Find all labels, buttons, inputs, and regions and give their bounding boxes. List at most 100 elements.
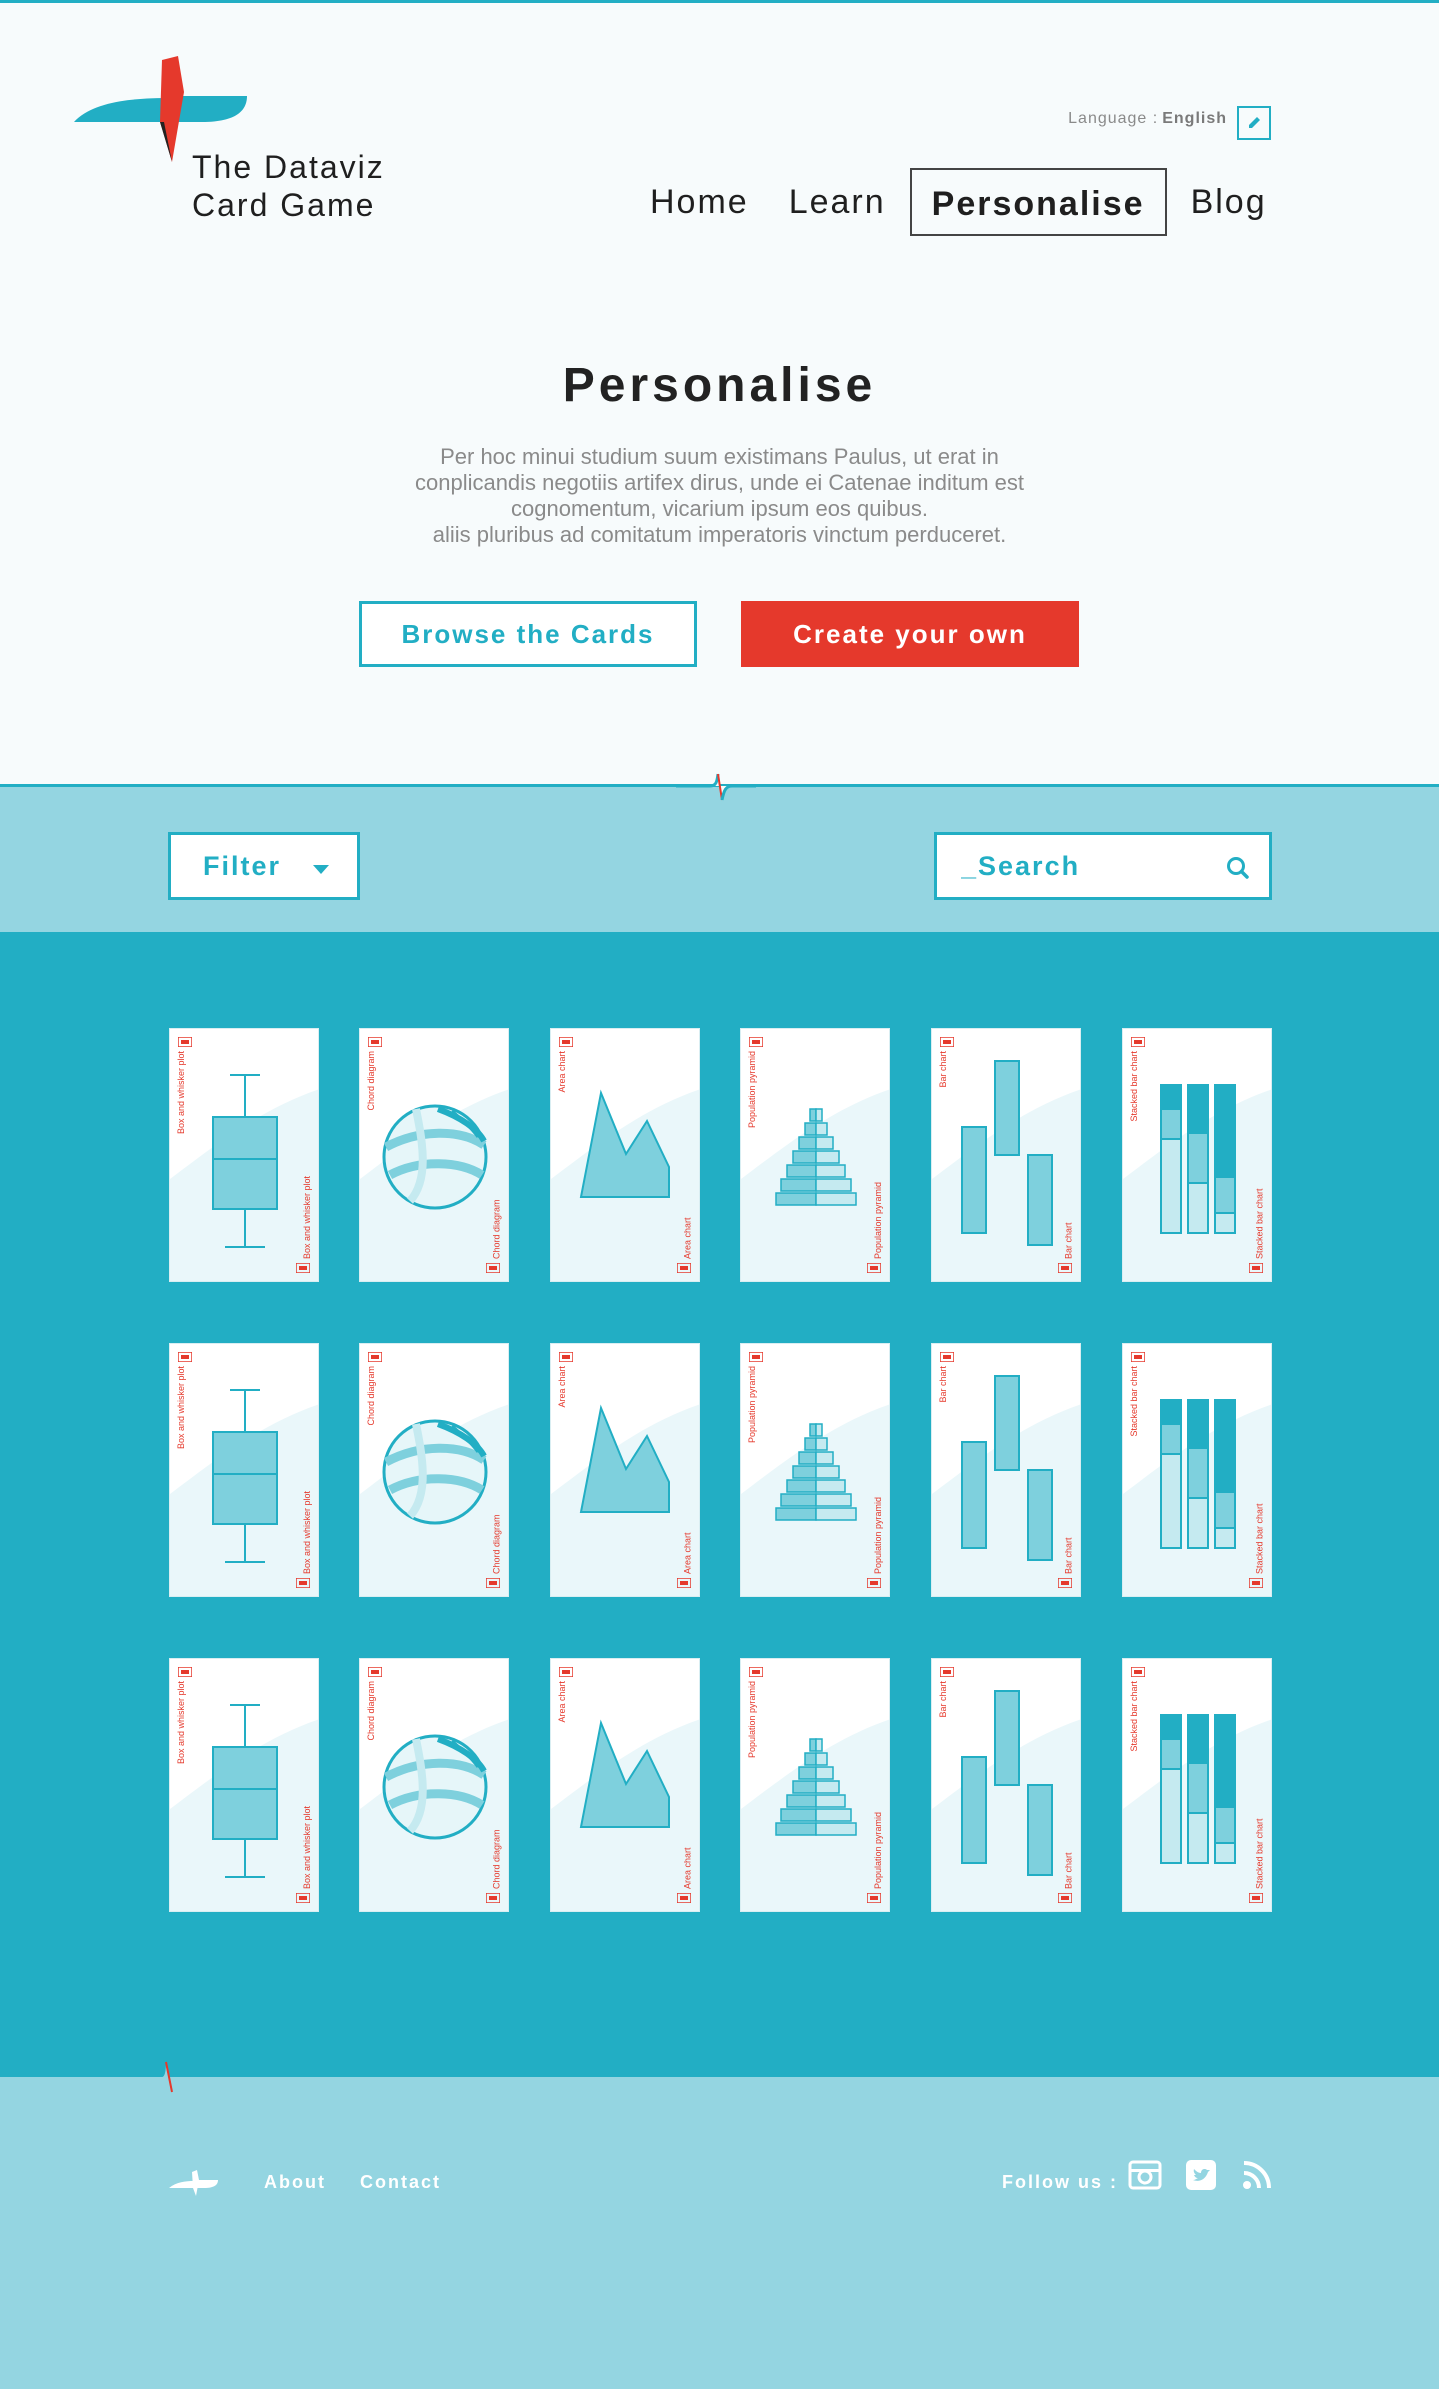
logo-mark-icon [74,56,247,162]
twitter-icon[interactable] [1186,2160,1216,2190]
rss-icon[interactable] [1242,2160,1272,2190]
brand-title: The Dataviz Card Game [192,148,385,224]
instagram-icon[interactable] [1128,2160,1162,2190]
card-corner-icon [1058,1893,1072,1903]
card-bar[interactable]: Bar chart Bar chart [931,1658,1081,1912]
card-corner-icon [1249,1893,1263,1903]
card-corner-icon [749,1667,763,1677]
caret-down-icon [313,865,329,874]
search-icon[interactable] [1225,855,1251,881]
footer-about-link[interactable]: About [264,2172,326,2193]
card-label-top: Area chart [557,1681,567,1723]
browse-cards-button[interactable]: Browse the Cards [359,601,697,667]
footer [0,2077,1439,2389]
hero-text-line: cognomentum, vicarium ipsum eos quibus. [511,496,928,521]
pencil-icon [1249,117,1260,128]
card-corner-icon [1249,1263,1263,1273]
card-label-bottom: Area chart [683,1847,693,1889]
card-label-top: Chord diagram [366,1681,376,1741]
card-corner-icon [940,1667,954,1677]
card-area[interactable]: Area chart Area chart [550,1658,700,1912]
card-boxplot[interactable]: Box and whisker plot Box and whisker plot [169,1658,319,1912]
card-stacked[interactable]: Stacked bar chart Stacked bar chart [1122,1343,1272,1597]
card-corner-icon [178,1037,192,1047]
card-label-bottom: Population pyramid [873,1811,883,1889]
create-your-own-button[interactable]: Create your own [741,601,1079,667]
area-illustration-icon [579,1404,670,1513]
card-label-top: Box and whisker plot [176,1051,186,1135]
card-pyramid[interactable]: Population pyramid Population pyramid [740,1028,890,1282]
card-corner-icon [368,1667,382,1677]
card-corner-icon [867,1578,881,1588]
card-label-top: Population pyramid [747,1681,757,1759]
card-corner-icon [677,1893,691,1903]
card-chord[interactable]: Chord diagram Chord diagram [359,1028,509,1282]
card-label-bottom: Stacked bar chart [1255,1188,1265,1259]
card-label-bottom: Box and whisker plot [302,1175,312,1259]
filter-dropdown[interactable]: Filter [168,832,360,900]
card-corner-icon [296,1263,310,1273]
card-bar[interactable]: Bar chart Bar chart [931,1343,1081,1597]
card-corner-icon [677,1578,691,1588]
card-label-top: Area chart [557,1366,567,1408]
bar-illustration-icon [961,1690,1053,1876]
card-area[interactable]: Area chart Area chart [550,1028,700,1282]
card-corner-icon [178,1667,192,1677]
card-stacked[interactable]: Stacked bar chart Stacked bar chart [1122,1028,1272,1282]
follow-us-label: Follow us : [1002,2172,1118,2192]
language-label: Language : [1068,110,1159,127]
divider-notch-icon [676,768,756,801]
brand-line-1: The Dataviz [192,149,385,185]
card-label-bottom: Chord diagram [492,1514,502,1574]
footer-notch-icon [150,2061,210,2093]
card-stacked[interactable]: Stacked bar chart Stacked bar chart [1122,1658,1272,1912]
footer-contact-link[interactable]: Contact [360,2172,441,2193]
card-boxplot[interactable]: Box and whisker plot Box and whisker plot [169,1343,319,1597]
card-label-top: Stacked bar chart [1129,1366,1139,1437]
nav-personalise[interactable]: Personalise [909,168,1167,236]
nav-blog[interactable]: Blog [1171,168,1287,236]
card-corner-icon [1058,1578,1072,1588]
hero-text-line: Per hoc minui studium suum existimans Pa… [440,444,999,469]
card-chord[interactable]: Chord diagram Chord diagram [359,1658,509,1912]
top-accent-line [0,0,1439,3]
card-corner-icon [749,1037,763,1047]
brand-logo[interactable]: The Dataviz Card Game [72,52,422,224]
boxplot-illustration-icon [212,1704,278,1878]
card-area[interactable]: Area chart Area chart [550,1343,700,1597]
search-input[interactable] [961,850,1211,882]
card-chord[interactable]: Chord diagram Chord diagram [359,1343,509,1597]
card-label-bottom: Chord diagram [492,1199,502,1259]
card-boxplot[interactable]: Box and whisker plot Box and whisker plot [169,1028,319,1282]
card-pyramid[interactable]: Population pyramid Population pyramid [740,1343,890,1597]
footer-logo-icon[interactable] [168,2168,222,2198]
pyramid-illustration-icon [775,1423,857,1521]
card-corner-icon [559,1352,573,1362]
filter-label: Filter [203,850,282,881]
card-label-bottom: Stacked bar chart [1255,1503,1265,1574]
card-corner-icon [1249,1578,1263,1588]
language-edit-button[interactable] [1237,106,1271,140]
card-corner-icon [296,1893,310,1903]
card-label-bottom: Population pyramid [873,1181,883,1259]
card-corner-icon [1131,1037,1145,1047]
bar-illustration-icon [961,1375,1053,1561]
card-label-top: Bar chart [938,1051,948,1088]
card-label-top: Chord diagram [366,1366,376,1426]
card-bar[interactable]: Bar chart Bar chart [931,1028,1081,1282]
page-title: Personalise [562,359,877,412]
card-label-top: Population pyramid [747,1051,757,1129]
stacked-illustration-icon [1160,1084,1236,1234]
card-corner-icon [559,1667,573,1677]
area-illustration-icon [579,1719,670,1828]
card-corner-icon [677,1263,691,1273]
stacked-illustration-icon [1160,1399,1236,1549]
card-corner-icon [559,1037,573,1047]
card-corner-icon [486,1578,500,1588]
card-pyramid[interactable]: Population pyramid Population pyramid [740,1658,890,1912]
nav-learn[interactable]: Learn [769,168,906,236]
card-corner-icon [368,1037,382,1047]
nav-home[interactable]: Home [630,168,769,236]
pyramid-illustration-icon [775,1108,857,1206]
main-nav: Home Learn Personalise Blog [630,168,1287,236]
